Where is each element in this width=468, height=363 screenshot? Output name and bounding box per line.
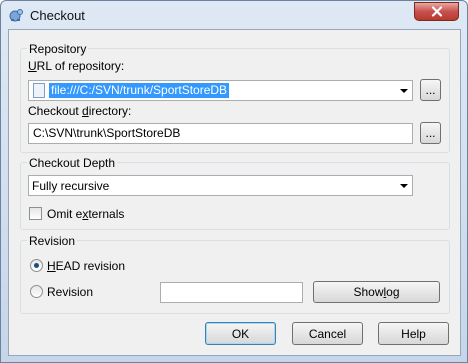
browse-dir-button[interactable]: ... <box>420 122 441 144</box>
cancel-button[interactable]: Cancel <box>292 322 363 345</box>
revision-radio[interactable] <box>30 285 43 298</box>
omit-externals-label[interactable]: Omit externals <box>47 207 124 221</box>
dialog-client-area: Repository URL of repository: file:///C:… <box>8 29 461 356</box>
omit-externals-checkbox[interactable] <box>29 207 42 220</box>
revision-input[interactable] <box>160 282 303 303</box>
window-title: Checkout <box>30 8 85 23</box>
url-combobox[interactable]: file:///C:/SVN/trunk/SportStoreDB <box>28 80 413 101</box>
file-icon <box>33 83 45 98</box>
head-revision-radio[interactable] <box>30 259 43 272</box>
show-log-button[interactable]: Show l og <box>313 281 440 303</box>
repository-group: Repository URL of repository: file:///C:… <box>20 42 450 153</box>
browse-url-button[interactable]: ... <box>420 79 441 101</box>
depth-select[interactable]: Fully recursive <box>28 175 413 196</box>
head-revision-label[interactable]: HEAD revision <box>47 259 125 273</box>
checkout-dir-label: Checkout directory: <box>28 104 132 118</box>
title-bar[interactable]: Checkout <box>1 1 467 29</box>
tortoisesvn-icon <box>9 9 23 22</box>
url-label: URL of repository: <box>28 59 125 73</box>
ok-button[interactable]: OK <box>205 322 276 345</box>
help-button[interactable]: Help <box>378 322 449 345</box>
checkout-dir-input[interactable]: C:\SVN\trunk\SportStoreDB <box>28 123 413 144</box>
revision-group: Revision HEAD revision Revision Show l og <box>20 234 450 314</box>
close-icon <box>431 6 442 17</box>
checkout-dialog: Checkout Repository URL of repository: f… <box>0 0 468 363</box>
chevron-down-icon <box>400 89 408 93</box>
checkout-depth-group-label: Checkout Depth <box>27 156 118 170</box>
url-value: file:///C:/SVN/trunk/SportStoreDB <box>49 83 230 98</box>
depth-selected-value: Fully recursive <box>32 179 110 193</box>
chevron-down-icon <box>400 184 408 188</box>
revision-group-label: Revision <box>27 234 78 248</box>
close-button[interactable] <box>414 2 459 21</box>
repository-group-label: Repository <box>27 42 89 56</box>
checkout-depth-group: Checkout Depth Fully recursive Omit exte… <box>20 156 450 230</box>
revision-label[interactable]: Revision <box>47 285 93 299</box>
